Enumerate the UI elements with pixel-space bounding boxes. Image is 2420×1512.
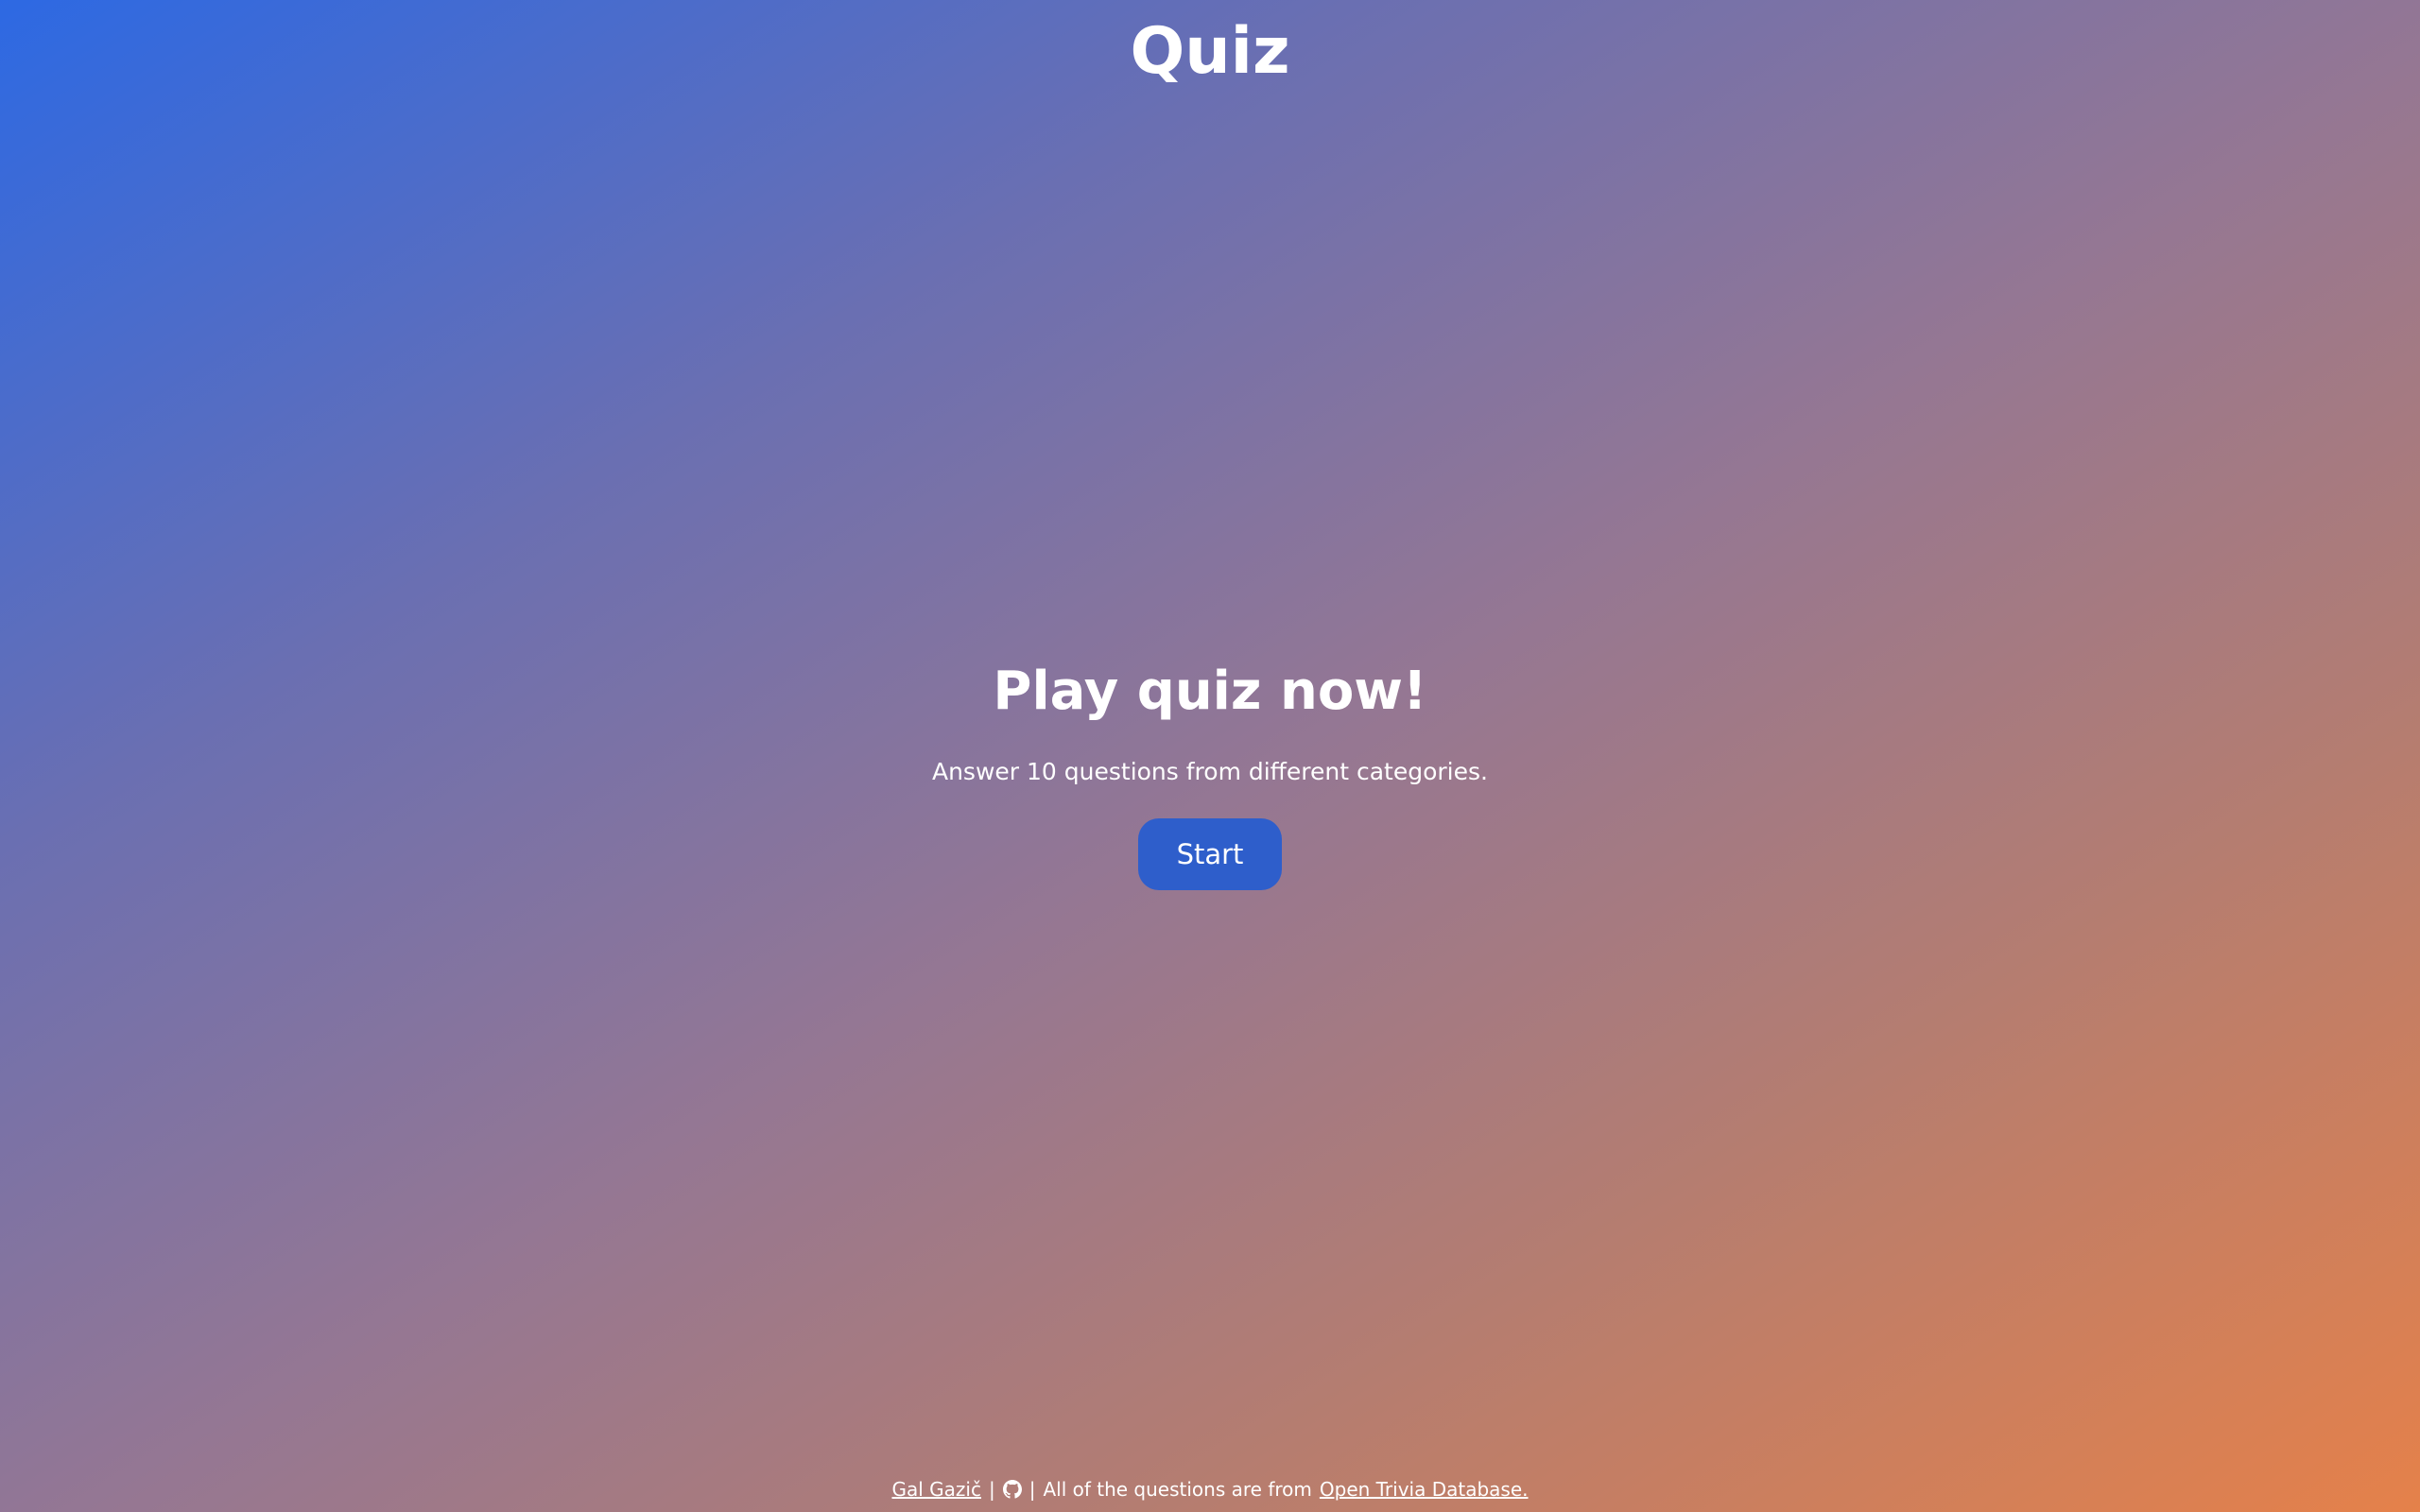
- footer-credit-text: All of the questions are from: [1043, 1478, 1312, 1501]
- author-link[interactable]: Gal Gazič: [891, 1478, 980, 1501]
- start-screen: Play quiz now! Answer 10 questions from …: [0, 661, 2420, 891]
- footer: Gal Gazič | | All of the questions are f…: [0, 1478, 2420, 1501]
- app-title: Quiz: [1130, 14, 1290, 89]
- github-icon[interactable]: [1002, 1480, 1022, 1499]
- footer-separator: |: [1028, 1478, 1036, 1501]
- footer-separator: |: [988, 1478, 995, 1501]
- start-button[interactable]: Start: [1138, 818, 1282, 891]
- page-subtitle: Answer 10 questions from different categ…: [931, 758, 1488, 786]
- page-headline: Play quiz now!: [993, 661, 1427, 722]
- source-link[interactable]: Open Trivia Database.: [1320, 1478, 1529, 1501]
